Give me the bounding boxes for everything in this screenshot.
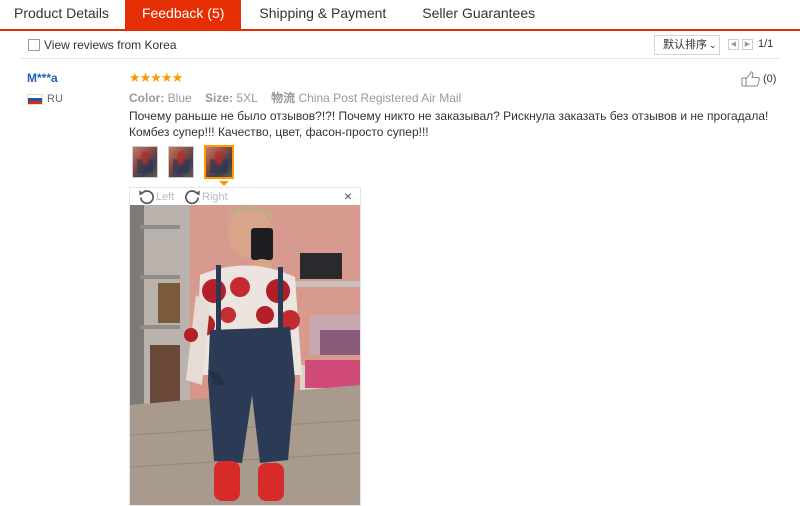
view-korea-label: View reviews from Korea <box>44 38 177 52</box>
rotate-right-label: Right <box>202 190 228 203</box>
pagination: ◀ ▶ 1/1 <box>728 38 773 50</box>
rotate-left-icon <box>139 190 154 205</box>
logistics-value: China Post Registered Air Mail <box>298 91 462 105</box>
rotate-left-button[interactable]: Left <box>138 188 174 205</box>
view-korea-checkbox[interactable] <box>28 39 40 51</box>
country-code: RU <box>47 93 63 105</box>
review-photo-thumbnails <box>132 145 244 179</box>
rotate-right-button[interactable]: Right <box>184 188 228 205</box>
helpful-button[interactable]: (0) <box>741 71 776 87</box>
logistics-label: 物流 <box>271 91 296 105</box>
star-rating: ★★★★★ <box>129 70 183 85</box>
russia-flag-icon <box>27 93 43 105</box>
tab-bar: Product Details Feedback (5) Shipping & … <box>0 0 800 31</box>
order-properties: Color: Blue Size: 5XL 物流 China Post Regi… <box>129 89 461 106</box>
tab-shipping-payment[interactable]: Shipping & Payment <box>241 0 404 29</box>
thumbs-up-icon <box>741 71 760 87</box>
review-photo-thumbnail[interactable] <box>168 146 194 178</box>
tab-seller-guarantees[interactable]: Seller Guarantees <box>404 0 553 29</box>
helpful-count: (0) <box>763 73 777 85</box>
photo-viewer-toolbar: Left Right × <box>130 188 360 205</box>
review-text: Почему раньше не было отзывов?!?! Почему… <box>129 109 769 139</box>
tab-feedback[interactable]: Feedback (5) <box>124 0 242 31</box>
close-icon[interactable]: × <box>344 189 352 203</box>
reviewer-name[interactable]: M***a <box>27 71 58 85</box>
size-value: 5XL <box>236 91 258 105</box>
view-korea-filter[interactable]: View reviews from Korea <box>28 38 177 52</box>
tab-product-details[interactable]: Product Details <box>0 0 125 29</box>
size-label: Size: <box>205 91 234 105</box>
review-photo-image <box>130 205 360 505</box>
color-value: Blue <box>167 91 192 105</box>
prev-page-icon[interactable]: ◀ <box>728 38 739 50</box>
rotate-left-label: Left <box>156 190 175 203</box>
next-page-icon[interactable]: ▶ <box>742 38 753 50</box>
color-label: Color: <box>129 91 165 105</box>
review-photo-thumbnail-selected[interactable] <box>204 145 234 179</box>
review-photo-thumbnail[interactable] <box>132 146 158 178</box>
rotate-right-icon <box>185 190 200 205</box>
selected-thumbnail-pointer <box>219 181 229 186</box>
feedback-filter-bar: View reviews from Korea 默认排序 ⌄ ◀ ▶ 1/1 <box>20 33 780 59</box>
review-photo <box>130 205 360 505</box>
sort-label: 默认排序 <box>663 39 707 51</box>
page-indicator: 1/1 <box>758 38 774 50</box>
photo-viewer: Left Right × <box>129 187 361 506</box>
chevron-down-icon: ⌄ <box>709 40 717 50</box>
reviewer-country: RU <box>27 93 63 105</box>
sort-dropdown[interactable]: 默认排序 ⌄ <box>654 35 720 55</box>
